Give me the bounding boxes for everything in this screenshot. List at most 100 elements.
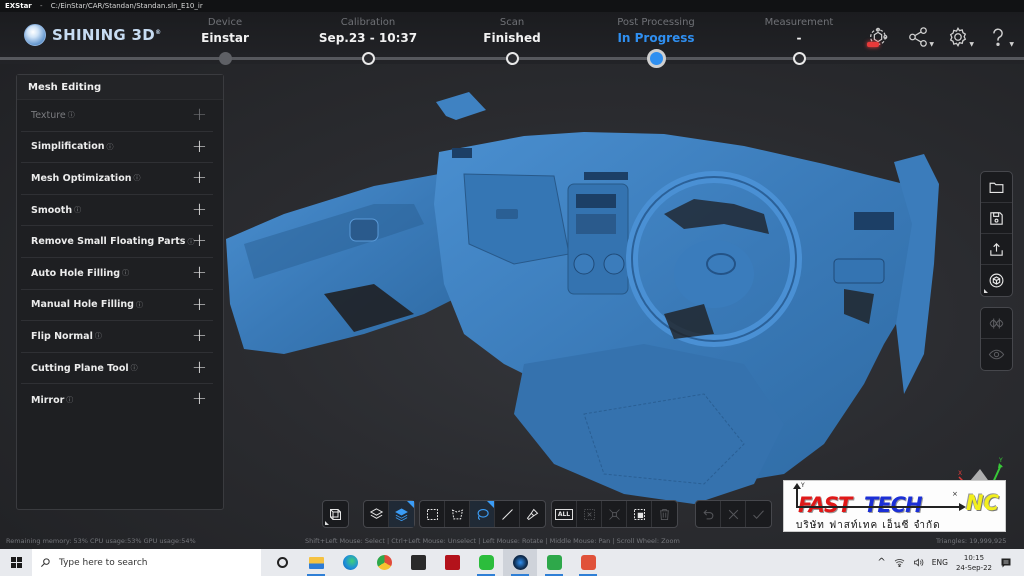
settings-button[interactable]: ▼ bbox=[944, 24, 974, 50]
watermark-word-tech: TECH bbox=[864, 493, 923, 517]
taskbar-edge[interactable] bbox=[333, 549, 367, 576]
expand-plus-icon[interactable]: + bbox=[192, 169, 207, 187]
taskbar-file-explorer[interactable] bbox=[299, 549, 333, 576]
undo-button[interactable] bbox=[696, 501, 721, 527]
step-device[interactable]: Device Einstar bbox=[155, 16, 295, 46]
expand-plus-icon[interactable]: + bbox=[192, 390, 207, 408]
info-icon[interactable]: ⓘ bbox=[106, 142, 113, 152]
language-indicator[interactable]: ENG bbox=[932, 558, 948, 567]
select-all-button[interactable]: ALL bbox=[552, 501, 577, 527]
step-measurement[interactable]: Measurement - bbox=[729, 16, 869, 46]
taskbar-line[interactable] bbox=[469, 549, 503, 576]
watermark-x-label: × bbox=[952, 490, 958, 498]
camtasia-green-icon bbox=[546, 555, 562, 570]
view-orientation-button[interactable] bbox=[323, 501, 348, 527]
watermark-y-label: Y bbox=[801, 482, 805, 489]
mesh-display-button[interactable] bbox=[981, 308, 1012, 339]
panel-item-mirror[interactable]: Mirror ⓘ + bbox=[21, 384, 213, 416]
taskbar-camtasia-red[interactable] bbox=[571, 549, 605, 576]
app-name: EXStar bbox=[5, 2, 32, 10]
taskbar-app-red[interactable] bbox=[435, 549, 469, 576]
taskbar-search-box[interactable]: Type here to search bbox=[32, 549, 261, 576]
chevron-down-icon: ▼ bbox=[929, 41, 934, 48]
expand-plus-icon[interactable]: + bbox=[192, 295, 207, 313]
panel-item-mesh-optimization[interactable]: Mesh Optimization ⓘ + bbox=[21, 163, 213, 195]
taskbar-camtasia-green[interactable] bbox=[537, 549, 571, 576]
step-calibration[interactable]: Calibration Sep.23 - 10:37 bbox=[298, 16, 438, 46]
cancel-icon bbox=[728, 509, 738, 519]
view-cube-button[interactable] bbox=[981, 265, 1012, 296]
panel-item-label: Simplification bbox=[31, 141, 105, 153]
lasso-select-button[interactable] bbox=[470, 501, 495, 527]
start-button[interactable] bbox=[0, 549, 32, 576]
info-icon[interactable]: ⓘ bbox=[68, 110, 75, 120]
open-button[interactable] bbox=[981, 172, 1012, 203]
rectangle-select-button[interactable] bbox=[420, 501, 445, 527]
volume-icon[interactable] bbox=[913, 558, 924, 567]
info-icon[interactable]: ⓘ bbox=[122, 268, 129, 278]
select-visible-layer-button[interactable] bbox=[364, 501, 389, 527]
panel-item-remove-small-floating-parts[interactable]: Remove Small Floating Parts ⓘ + bbox=[21, 226, 213, 258]
select-through-layer-button[interactable] bbox=[389, 501, 414, 527]
taskbar-cortana[interactable] bbox=[265, 549, 299, 576]
expand-plus-icon[interactable]: + bbox=[192, 263, 207, 281]
expand-plus-icon[interactable]: + bbox=[192, 200, 207, 218]
visibility-button[interactable] bbox=[981, 339, 1012, 370]
share-button[interactable]: ▼ bbox=[904, 24, 934, 50]
panel-item-texture[interactable]: Texture ⓘ + bbox=[21, 100, 213, 132]
polygon-select-button[interactable] bbox=[445, 501, 470, 527]
export-button[interactable] bbox=[981, 234, 1012, 265]
panel-item-auto-hole-filling[interactable]: Auto Hole Filling ⓘ + bbox=[21, 258, 213, 290]
info-icon[interactable]: ⓘ bbox=[95, 331, 102, 341]
watermark-x-axis bbox=[796, 506, 961, 508]
select-through-layer-icon bbox=[395, 507, 408, 521]
info-icon[interactable]: ⓘ bbox=[74, 205, 81, 215]
info-icon[interactable]: ⓘ bbox=[133, 173, 140, 183]
panel-item-cutting-plane-tool[interactable]: Cutting Plane Tool ⓘ + bbox=[21, 353, 213, 385]
brush-select-icon bbox=[526, 508, 539, 520]
car-interior-mesh bbox=[226, 92, 939, 504]
workflow-header: SHINING 3D® Device Einstar Calibration S… bbox=[0, 12, 1024, 68]
panel-item-simplification[interactable]: Simplification ⓘ + bbox=[21, 132, 213, 164]
info-icon[interactable]: ⓘ bbox=[131, 363, 138, 373]
clock[interactable]: 10:15 24-Sep-22 bbox=[956, 553, 992, 573]
taskbar-store[interactable] bbox=[401, 549, 435, 576]
wifi-icon[interactable] bbox=[894, 558, 905, 567]
invert-select-button[interactable] bbox=[602, 501, 627, 527]
record-button[interactable] bbox=[864, 24, 892, 50]
apply-button[interactable] bbox=[746, 501, 771, 527]
info-icon[interactable]: ⓘ bbox=[136, 300, 143, 310]
panel-item-label: Manual Hole Filling bbox=[31, 299, 134, 311]
expand-plus-icon[interactable]: + bbox=[192, 106, 207, 124]
cancel-button[interactable] bbox=[721, 501, 746, 527]
step-label: Device bbox=[207, 17, 243, 28]
select-connected-button[interactable] bbox=[627, 501, 652, 527]
brush-select-button[interactable] bbox=[520, 501, 545, 527]
step-scan[interactable]: Scan Finished bbox=[442, 16, 582, 46]
expand-plus-icon[interactable]: + bbox=[192, 358, 207, 376]
fasttech-nc-watermark: Y FAST TECH × NC บริษัท ฟาสท์เทค เอ็นซี … bbox=[783, 480, 1006, 532]
mesh-editing-panel: Mesh Editing Texture ⓘ + Simplification ⓘ … bbox=[16, 74, 224, 510]
notification-center-icon[interactable] bbox=[1000, 557, 1012, 569]
panel-item-manual-hole-filling[interactable]: Manual Hole Filling ⓘ + bbox=[21, 290, 213, 322]
deselect-button[interactable] bbox=[577, 501, 602, 527]
panel-item-flip-normal[interactable]: Flip Normal ⓘ + bbox=[21, 321, 213, 353]
step-post-processing[interactable]: Post Processing In Progress bbox=[586, 16, 726, 46]
info-icon[interactable]: ⓘ bbox=[66, 395, 73, 405]
taskbar-chrome[interactable] bbox=[367, 549, 401, 576]
show-hidden-icons-chevron-icon[interactable]: ^ bbox=[877, 557, 885, 568]
line-select-button[interactable] bbox=[495, 501, 520, 527]
mesh-display-icon bbox=[989, 318, 1004, 328]
expand-plus-icon[interactable]: + bbox=[192, 232, 207, 250]
taskbar-exstar[interactable] bbox=[503, 549, 537, 576]
expand-plus-icon[interactable]: + bbox=[192, 137, 207, 155]
active-indicator bbox=[407, 501, 414, 508]
expand-plus-icon[interactable]: + bbox=[192, 327, 207, 345]
help-button[interactable]: ▼ bbox=[984, 24, 1014, 50]
axis-x-label: X bbox=[958, 470, 962, 477]
delete-selection-button[interactable] bbox=[652, 501, 677, 527]
submenu-corner-icon bbox=[325, 521, 329, 525]
save-button[interactable] bbox=[981, 203, 1012, 234]
panel-item-smooth[interactable]: Smooth ⓘ + bbox=[21, 195, 213, 227]
3d-viewport[interactable] bbox=[224, 64, 980, 534]
